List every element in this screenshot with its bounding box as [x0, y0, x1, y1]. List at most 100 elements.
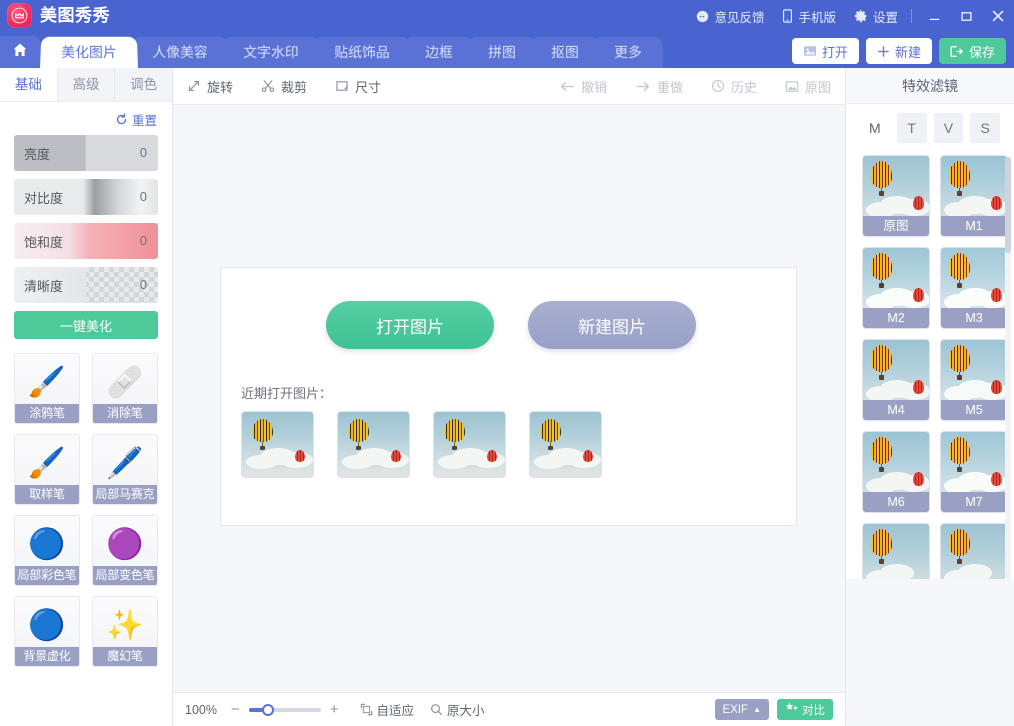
new-image-button[interactable]: 新建图片 [528, 301, 696, 349]
filter-item-m4[interactable]: M4 [862, 339, 930, 421]
reset-arrow-icon [115, 113, 128, 126]
purple-shape-icon: 🟣 [106, 527, 144, 561]
filter-tab-t[interactable]: T [896, 113, 927, 143]
sidebar-tab-color[interactable]: 调色 [115, 68, 173, 101]
filter-tab-s[interactable]: S [970, 113, 1000, 143]
adjust-slider-group: 亮度 0 对比度 0 饱和度 0 清晰度 0 [0, 133, 172, 303]
save-file-button[interactable]: 保存 [938, 38, 1006, 64]
open-file-button[interactable]: 打开 [791, 38, 859, 64]
header-action-group: 打开 新建 保存 [791, 38, 1006, 64]
filter-item-original[interactable]: 原图 [862, 155, 930, 237]
zoom-out-button[interactable]: − [226, 702, 245, 717]
clock-icon [711, 79, 725, 93]
exif-button[interactable]: EXIF ▲ [714, 699, 769, 720]
fit-to-window-button[interactable]: 自适应 [360, 700, 414, 719]
zoom-in-button[interactable]: + [325, 702, 344, 717]
main-balloon [539, 418, 562, 450]
recent-image-thumbnail[interactable] [241, 411, 314, 478]
reset-button[interactable]: 重置 [0, 102, 172, 133]
crop-button[interactable]: 裁剪 [247, 68, 321, 105]
filter-item-m7[interactable]: M7 [940, 431, 1008, 513]
rotate-button[interactable]: 旋转 [173, 68, 247, 105]
compare-button[interactable]: 对比 [777, 699, 833, 720]
tab-portrait-beauty[interactable]: 人像美容 [131, 36, 229, 68]
filter-tab-v[interactable]: V [933, 113, 964, 143]
canvas-area: 打开图片 新建图片 近期打开图片： [173, 105, 845, 692]
actual-size-button[interactable]: 原大小 [430, 700, 485, 719]
ground-shape [530, 469, 601, 477]
brightness-slider[interactable]: 亮度 0 [14, 135, 158, 171]
filter-scroll-area: 原图 M1 M2 M3 M4 M5 M6 M7 [846, 151, 1014, 617]
settings-button[interactable]: 设置 [845, 0, 907, 32]
filter-label: M1 [941, 216, 1007, 236]
zoom-slider[interactable] [248, 703, 321, 716]
filter-item-m5[interactable]: M5 [940, 339, 1008, 421]
filter-tab-m[interactable]: M [860, 113, 890, 143]
tool-local-hue-pen[interactable]: 🟣 局部变色笔 [92, 515, 158, 586]
brightness-value: 0 [139, 145, 147, 160]
cloud-shape [246, 454, 278, 470]
tool-local-mosaic[interactable]: 🖊️ 局部马赛克 [92, 434, 158, 505]
undo-button[interactable]: 撤销 [545, 68, 621, 105]
filter-item-m2[interactable]: M2 [862, 247, 930, 329]
zoom-slider-handle[interactable] [261, 703, 274, 716]
tool-sample-pen[interactable]: 🖌️ 取样笔 [14, 434, 80, 505]
filter-item-m1[interactable]: M1 [940, 155, 1008, 237]
tab-cutout[interactable]: 抠图 [530, 36, 600, 68]
tool-eraser-pen[interactable]: 🩹 消除笔 [92, 353, 158, 424]
new-file-button[interactable]: 新建 [865, 38, 932, 64]
filter-panel-footer [846, 579, 1014, 726]
ground-shape [434, 469, 505, 477]
resize-icon [335, 79, 349, 93]
tool-local-color-pen[interactable]: 🔵 局部彩色笔 [14, 515, 80, 586]
tab-more[interactable]: 更多 [593, 36, 663, 68]
filter-scrollbar-thumb[interactable] [1005, 157, 1011, 253]
tool-magic-pen[interactable]: ✨ 魔幻笔 [92, 596, 158, 667]
filter-item-m3[interactable]: M3 [940, 247, 1008, 329]
redo-arrow-icon [635, 80, 651, 93]
minimize-button[interactable] [918, 0, 950, 32]
mobile-version-button[interactable]: 手机版 [773, 0, 845, 32]
open-image-button[interactable]: 打开图片 [326, 301, 494, 349]
tool-graffiti-pen[interactable]: 🖌️ 涂鸦笔 [14, 353, 80, 424]
image-icon [785, 80, 799, 93]
close-button[interactable] [982, 0, 1014, 32]
filter-item-m6[interactable]: M6 [862, 431, 930, 513]
plus-icon [877, 45, 890, 58]
recent-image-thumbnail[interactable] [337, 411, 410, 478]
recent-images-label: 近期打开图片： [241, 386, 333, 401]
sidebar-tab-advanced[interactable]: 高级 [57, 68, 116, 101]
contrast-value: 0 [139, 189, 147, 204]
image-icon [803, 45, 817, 57]
original-image-button[interactable]: 原图 [771, 68, 845, 105]
tab-beautify-photo[interactable]: 美化图片 [40, 36, 138, 68]
contrast-slider[interactable]: 对比度 0 [14, 179, 158, 215]
feedback-label: 意见反馈 [714, 10, 765, 25]
sidebar-tab-basic[interactable]: 基础 [0, 68, 58, 101]
phone-icon [782, 9, 793, 23]
history-button[interactable]: 历史 [697, 68, 771, 105]
tool-label: 局部马赛克 [93, 485, 157, 504]
tab-border[interactable]: 边框 [404, 36, 474, 68]
maximize-button[interactable] [950, 0, 982, 32]
recent-image-thumbnail[interactable] [529, 411, 602, 478]
saturation-label: 饱和度 [24, 234, 64, 250]
tool-background-blur[interactable]: 🔵 背景虚化 [14, 596, 80, 667]
redo-button[interactable]: 重做 [621, 68, 697, 105]
tool-grid: 🖌️ 涂鸦笔 🩹 消除笔 🖌️ 取样笔 🖊️ 局部马赛克 🔵 局部彩色笔 🟣 局… [0, 339, 172, 667]
tab-stickers[interactable]: 贴纸饰品 [313, 36, 411, 68]
filter-label: M5 [941, 400, 1007, 420]
home-button[interactable] [0, 36, 40, 68]
clarity-value: 0 [139, 277, 147, 292]
one-click-beautify-button[interactable]: 一键美化 [14, 311, 158, 339]
tool-label: 局部彩色笔 [15, 566, 79, 585]
tab-text-watermark[interactable]: 文字水印 [222, 36, 320, 68]
saturation-slider[interactable]: 饱和度 0 [14, 223, 158, 259]
feedback-button[interactable]: 意见反馈 [687, 0, 773, 32]
tab-collage[interactable]: 拼图 [467, 36, 537, 68]
resize-button[interactable]: 尺寸 [321, 68, 395, 105]
clarity-slider[interactable]: 清晰度 0 [14, 267, 158, 303]
filter-scrollbar-track[interactable] [1005, 157, 1011, 611]
recent-image-thumbnail[interactable] [433, 411, 506, 478]
cloud-shape [438, 454, 470, 470]
